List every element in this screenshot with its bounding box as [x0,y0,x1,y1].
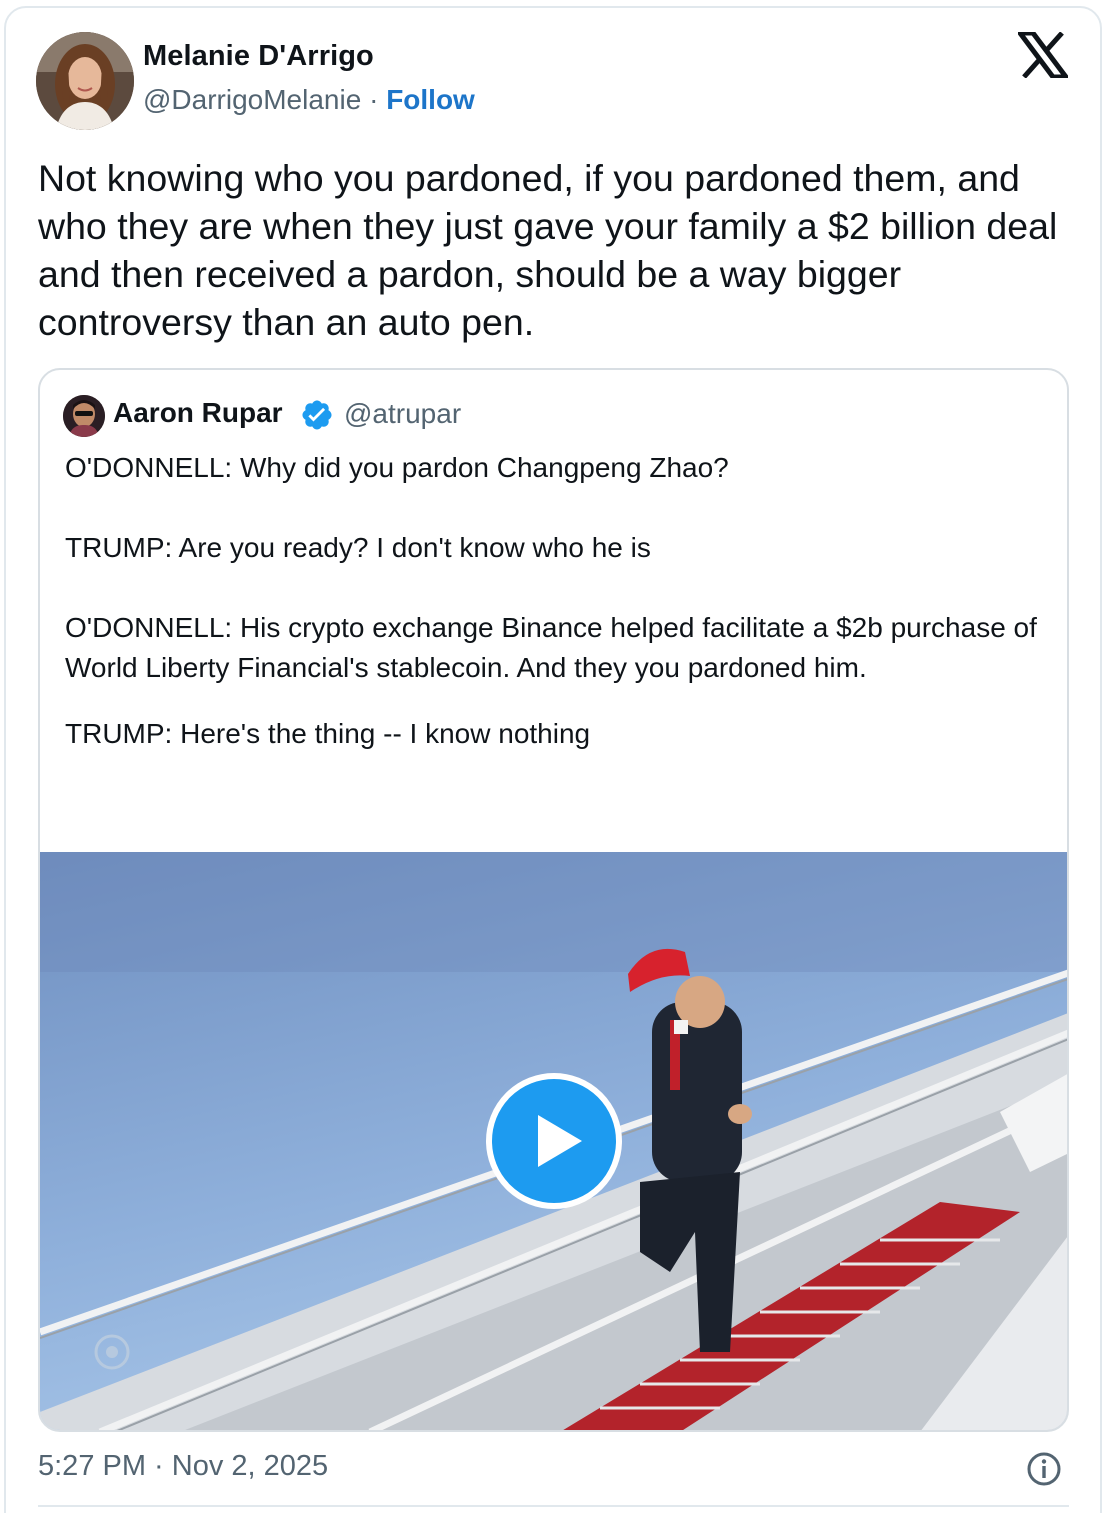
info-icon[interactable] [1026,1451,1062,1487]
tweet-text: Not knowing who you pardoned, if you par… [38,157,1058,343]
quoted-author-avatar[interactable] [63,395,105,437]
quoted-line: O'DONNELL: His crypto exchange Binance h… [65,612,1037,683]
handle-separator: · [369,84,379,115]
play-icon [538,1115,582,1167]
follow-button[interactable]: Follow [386,84,475,115]
author-name[interactable]: Melanie D'Arrigo [143,40,374,73]
quoted-line: O'DONNELL: Why did you pardon Changpeng … [65,452,729,483]
quoted-author-name[interactable]: Aaron Rupar [113,397,283,429]
play-button[interactable] [486,1073,622,1209]
tweet-timestamp[interactable]: 5:27 PM · Nov 2, 2025 [38,1450,328,1483]
author-avatar[interactable] [36,32,134,130]
quoted-author-handle[interactable]: @atrupar [344,398,461,430]
quoted-line: TRUMP: Here's the thing -- I know nothin… [65,718,591,749]
video-thumbnail[interactable] [40,852,1067,1430]
quoted-tweet-text: O'DONNELL: Why did you pardon Changpeng … [65,448,1055,754]
author-handle[interactable]: @DarrigoMelanie [143,84,361,115]
bottom-divider [38,1505,1069,1507]
quoted-tweet[interactable]: Aaron Rupar @atrupar O'DONNELL: Why did … [38,368,1069,1432]
author-handle-row: @DarrigoMelanie · Follow [143,84,475,116]
quoted-line: TRUMP: Are you ready? I don't know who h… [65,532,651,563]
verified-badge-icon [302,400,332,430]
x-logo-icon[interactable] [1018,32,1068,78]
